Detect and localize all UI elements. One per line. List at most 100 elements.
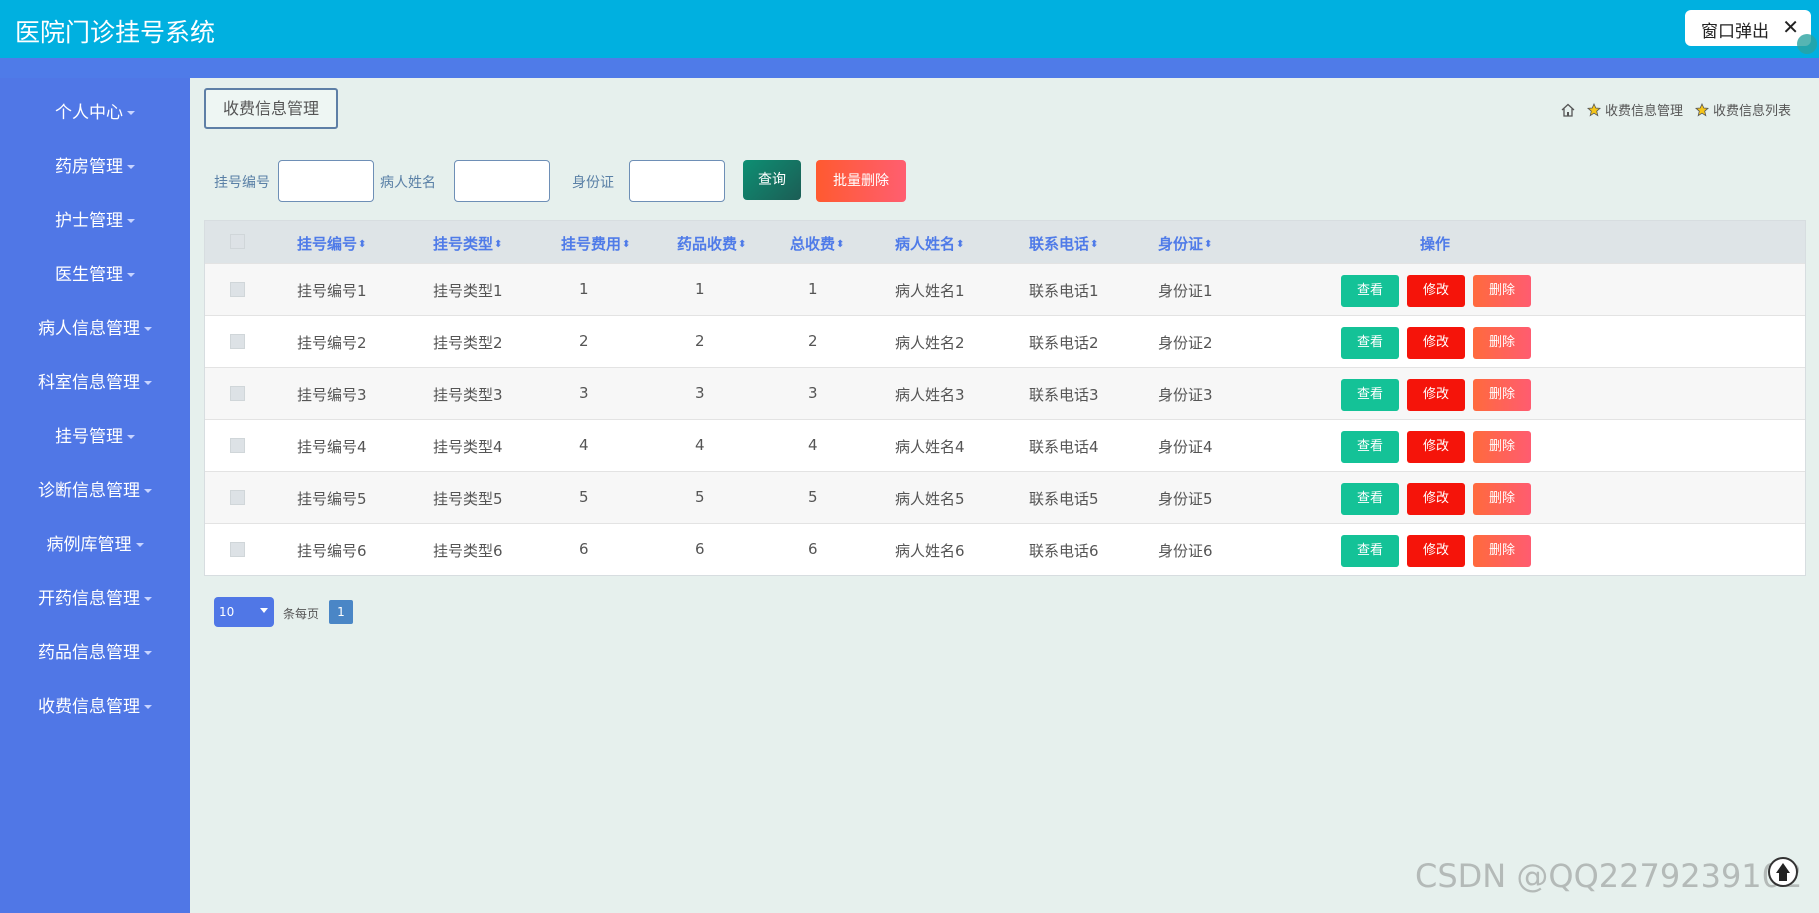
app-title: 医院门诊挂号系统 <box>15 18 216 47</box>
edit-button[interactable]: 修改 <box>1407 275 1465 307</box>
column-header[interactable]: 病人姓名⬍ <box>895 233 964 254</box>
query-button[interactable]: 查询 <box>743 160 801 200</box>
sidebar-item[interactable]: 病例库管理 <box>0 530 190 555</box>
delete-button[interactable]: 删除 <box>1473 275 1531 307</box>
page-size-select[interactable]: 10 <box>214 597 274 627</box>
cursor-icon <box>1797 34 1817 54</box>
back-to-top-icon[interactable] <box>1768 857 1798 887</box>
column-header[interactable]: 药品收费⬍ <box>677 233 746 254</box>
delete-button[interactable]: 删除 <box>1473 431 1531 463</box>
row-checkbox[interactable] <box>230 542 245 557</box>
table-cell: 5 <box>695 488 705 506</box>
view-button[interactable]: 查看 <box>1341 379 1399 411</box>
view-button[interactable]: 查看 <box>1341 431 1399 463</box>
column-header[interactable]: 挂号类型⬍ <box>433 233 502 254</box>
sidebar-item[interactable]: 护士管理 <box>0 206 190 231</box>
registration-number-input[interactable] <box>278 160 374 202</box>
registration-number-label: 挂号编号 <box>214 175 270 191</box>
edit-button[interactable]: 修改 <box>1407 327 1465 359</box>
table-row: 挂号编号1 挂号类型1 1 1 1 病人姓名1 联系电话1 身份证1 查看 修改 删除 <box>205 263 1805 315</box>
column-header[interactable]: 挂号费用⬍ <box>561 233 630 254</box>
view-button[interactable]: 查看 <box>1341 275 1399 307</box>
delete-button[interactable]: 删除 <box>1473 327 1531 359</box>
sidebar-item-label: 收费信息管理 <box>38 697 140 717</box>
column-header[interactable]: 挂号编号⬍ <box>297 233 366 254</box>
table-cell: 挂号类型3 <box>433 386 503 404</box>
sort-icon[interactable]: ⬍ <box>358 239 366 250</box>
table-cell: 4 <box>579 436 589 454</box>
table-cell: 挂号编号6 <box>297 542 367 560</box>
sidebar-item-label: 挂号管理 <box>55 427 123 447</box>
table-cell: 病人姓名5 <box>895 490 965 508</box>
column-header[interactable]: 联系电话⬍ <box>1029 233 1098 254</box>
edit-button[interactable]: 修改 <box>1407 379 1465 411</box>
table-cell: 身份证4 <box>1158 438 1213 456</box>
sidebar-item[interactable]: 收费信息管理 <box>0 692 190 717</box>
delete-button[interactable]: 删除 <box>1473 535 1531 567</box>
window-popup-button[interactable]: 窗口弹出 ✕ <box>1685 10 1817 54</box>
table-cell: 挂号类型6 <box>433 542 503 560</box>
delete-button[interactable]: 删除 <box>1473 379 1531 411</box>
breadcrumb-level2[interactable]: 收费信息列表 <box>1713 100 1791 119</box>
row-checkbox[interactable] <box>230 438 245 453</box>
sidebar-item[interactable]: 药房管理 <box>0 152 190 177</box>
fee-table: 挂号编号⬍ 挂号类型⬍ 挂号费用⬍ 药品收费⬍ 总收费⬍ 病人姓名⬍ 联系电话⬍ 身份证⬍ 操作… <box>204 220 1806 576</box>
sidebar-item[interactable]: 医生管理 <box>0 260 190 285</box>
page-number-button[interactable]: 1 <box>329 600 353 624</box>
row-checkbox[interactable] <box>230 334 245 349</box>
sort-icon[interactable]: ⬍ <box>1090 239 1098 250</box>
main-content: 收费信息管理 收费信息管理 收费信息列表 挂号编号 病人姓名 身份证 查询 批量… <box>190 78 1819 913</box>
table-cell: 联系电话5 <box>1029 490 1099 508</box>
sidebar-item[interactable]: 挂号管理 <box>0 422 190 447</box>
table-cell: 挂号类型2 <box>433 334 503 352</box>
view-button[interactable]: 查看 <box>1341 483 1399 515</box>
view-button[interactable]: 查看 <box>1341 327 1399 359</box>
delete-button[interactable]: 删除 <box>1473 483 1531 515</box>
breadcrumb-level1[interactable]: 收费信息管理 <box>1605 100 1683 119</box>
sort-icon[interactable]: ⬍ <box>738 239 746 250</box>
row-checkbox[interactable] <box>230 282 245 297</box>
column-header-label: 挂号类型 <box>433 235 494 253</box>
page-tab[interactable]: 收费信息管理 <box>204 88 338 129</box>
table-cell: 病人姓名2 <box>895 334 965 352</box>
view-button[interactable]: 查看 <box>1341 535 1399 567</box>
table-cell: 2 <box>808 332 818 350</box>
sort-icon[interactable]: ⬍ <box>494 239 502 250</box>
sidebar-item[interactable]: 药品信息管理 <box>0 638 190 663</box>
patient-name-input[interactable] <box>454 160 550 202</box>
batch-delete-button[interactable]: 批量删除 <box>816 160 906 202</box>
sidebar-item[interactable]: 开药信息管理 <box>0 584 190 609</box>
sort-icon[interactable]: ⬍ <box>836 239 844 250</box>
patient-name-label: 病人姓名 <box>380 175 436 191</box>
column-header[interactable]: 身份证⬍ <box>1158 233 1212 254</box>
caret-down-icon <box>127 435 135 439</box>
table-cell: 病人姓名4 <box>895 438 965 456</box>
sidebar-item[interactable]: 病人信息管理 <box>0 314 190 339</box>
sidebar-item[interactable]: 诊断信息管理 <box>0 476 190 501</box>
row-checkbox[interactable] <box>230 386 245 401</box>
table-cell: 挂号类型4 <box>433 438 503 456</box>
watermark: CSDN @QQ2279239102 <box>1415 857 1803 895</box>
edit-button[interactable]: 修改 <box>1407 535 1465 567</box>
table-cell: 2 <box>579 332 589 350</box>
edit-button[interactable]: 修改 <box>1407 431 1465 463</box>
select-all-checkbox[interactable] <box>230 234 245 249</box>
sort-icon[interactable]: ⬍ <box>956 239 964 250</box>
id-card-input[interactable] <box>629 160 725 202</box>
close-icon[interactable]: ✕ <box>1782 15 1799 39</box>
column-header[interactable]: 总收费⬍ <box>790 233 844 254</box>
home-icon[interactable] <box>1561 103 1575 117</box>
table-row: 挂号编号4 挂号类型4 4 4 4 病人姓名4 联系电话4 身份证4 查看 修改 删除 <box>205 419 1805 471</box>
sidebar-item[interactable]: 科室信息管理 <box>0 368 190 393</box>
sidebar-item[interactable]: 个人中心 <box>0 98 190 123</box>
sort-icon[interactable]: ⬍ <box>622 239 630 250</box>
sort-icon[interactable]: ⬍ <box>1204 239 1212 250</box>
table-cell: 4 <box>808 436 818 454</box>
edit-button[interactable]: 修改 <box>1407 483 1465 515</box>
id-card-label: 身份证 <box>572 175 614 191</box>
table-cell: 挂号编号4 <box>297 438 367 456</box>
table-cell: 身份证2 <box>1158 334 1213 352</box>
sidebar-item-label: 科室信息管理 <box>38 373 140 393</box>
table-cell: 6 <box>579 540 589 558</box>
row-checkbox[interactable] <box>230 490 245 505</box>
